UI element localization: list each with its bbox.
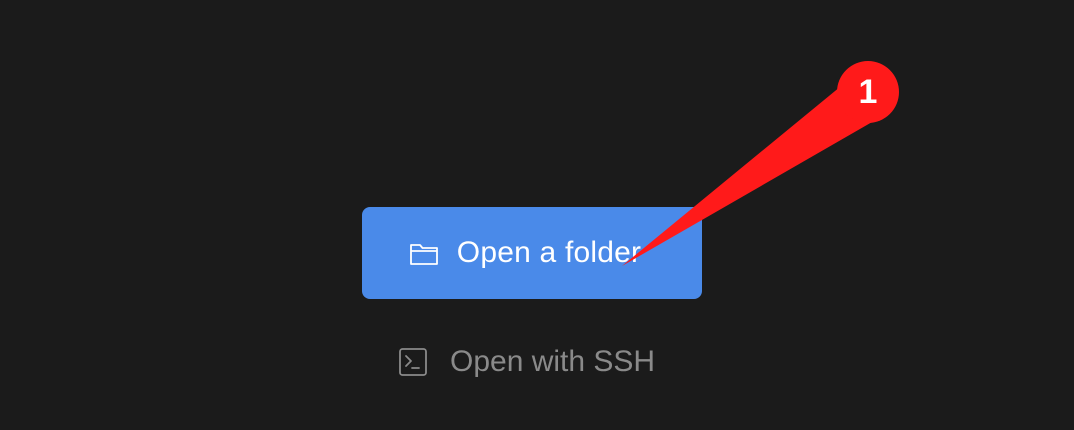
folder-icon xyxy=(409,241,439,267)
open-folder-button[interactable]: Open a folder xyxy=(362,207,702,299)
open-with-ssh-label: Open with SSH xyxy=(450,345,656,378)
terminal-icon xyxy=(398,347,428,377)
annotation-number: 1 xyxy=(858,72,878,111)
open-folder-label: Open a folder xyxy=(456,236,642,269)
open-with-ssh-button[interactable]: Open with SSH xyxy=(398,340,655,384)
